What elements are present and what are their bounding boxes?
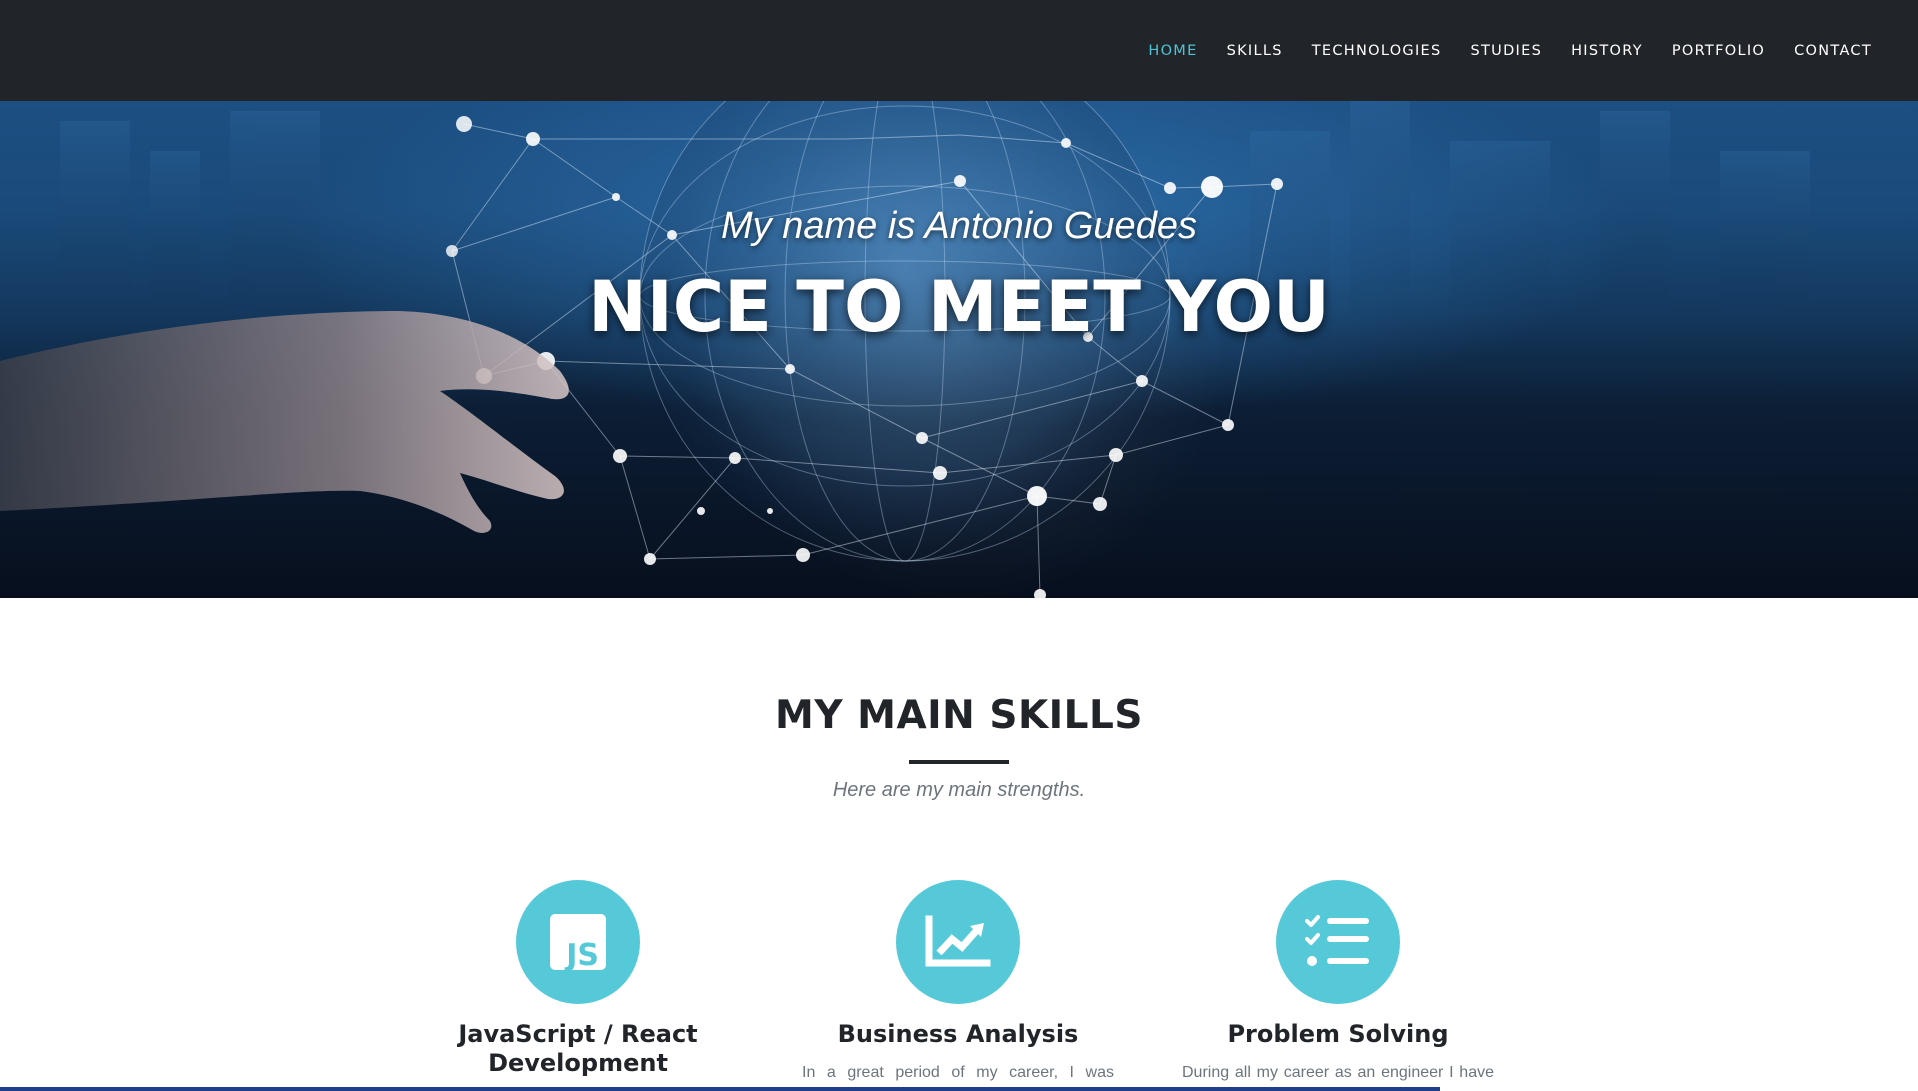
hero-background-image — [0, 101, 1810, 598]
javascript-icon: JS — [550, 914, 606, 971]
chart-line-icon — [925, 915, 991, 967]
nav-link-home[interactable]: HOME — [1148, 40, 1197, 59]
nav-link-contact[interactable]: CONTACT — [1794, 40, 1872, 59]
javascript-icon-text: JS — [564, 938, 599, 971]
skill-icon-circle: JS — [516, 880, 640, 1004]
tasks-list-icon — [1305, 915, 1369, 966]
nav-link-studies[interactable]: STUDIES — [1471, 40, 1543, 59]
nav-link-history[interactable]: HISTORY — [1571, 40, 1643, 59]
hero-banner: My name is Antonio Guedes NICE TO MEET Y… — [0, 101, 1918, 598]
nav-link-portfolio[interactable]: PORTFOLIO — [1672, 40, 1765, 59]
skills-divider — [909, 760, 1009, 764]
skill-title: Business Analysis — [837, 1020, 1079, 1048]
skill-icon-circle — [896, 880, 1020, 1004]
skill-title: JavaScript / React Development — [458, 1020, 698, 1077]
page: HOME SKILLS TECHNOLOGIES STUDIES HISTORY… — [0, 0, 1918, 1091]
skill-card-javascript: JS JavaScript / React Development — [408, 880, 748, 1090]
skill-title: Problem Solving — [1227, 1020, 1449, 1048]
skill-card-business-analysis: Business Analysis In a great period of m… — [788, 880, 1128, 1085]
skill-description: During all my career as an engineer I ha… — [1182, 1064, 1494, 1081]
nav-link-technologies[interactable]: TECHNOLOGIES — [1312, 40, 1442, 59]
skill-icon-circle — [1276, 880, 1400, 1004]
skill-description: In a great period of my career, I was — [802, 1064, 1114, 1081]
skills-heading: MY MAIN SKILLS — [775, 693, 1143, 738]
skill-card-problem-solving: Problem Solving During all my career as … — [1168, 880, 1508, 1085]
nav-link-skills[interactable]: SKILLS — [1227, 40, 1283, 59]
skills-subheading: Here are my main strengths. — [832, 779, 1086, 801]
hero-title: NICE TO MEET YOU — [588, 266, 1330, 348]
hero-subtitle: My name is Antonio Guedes — [721, 205, 1197, 247]
nav-menu: HOME SKILLS TECHNOLOGIES STUDIES HISTORY… — [1119, 0, 1872, 101]
bottom-progress-bar — [0, 1087, 1440, 1091]
navbar: HOME SKILLS TECHNOLOGIES STUDIES HISTORY… — [0, 0, 1918, 101]
